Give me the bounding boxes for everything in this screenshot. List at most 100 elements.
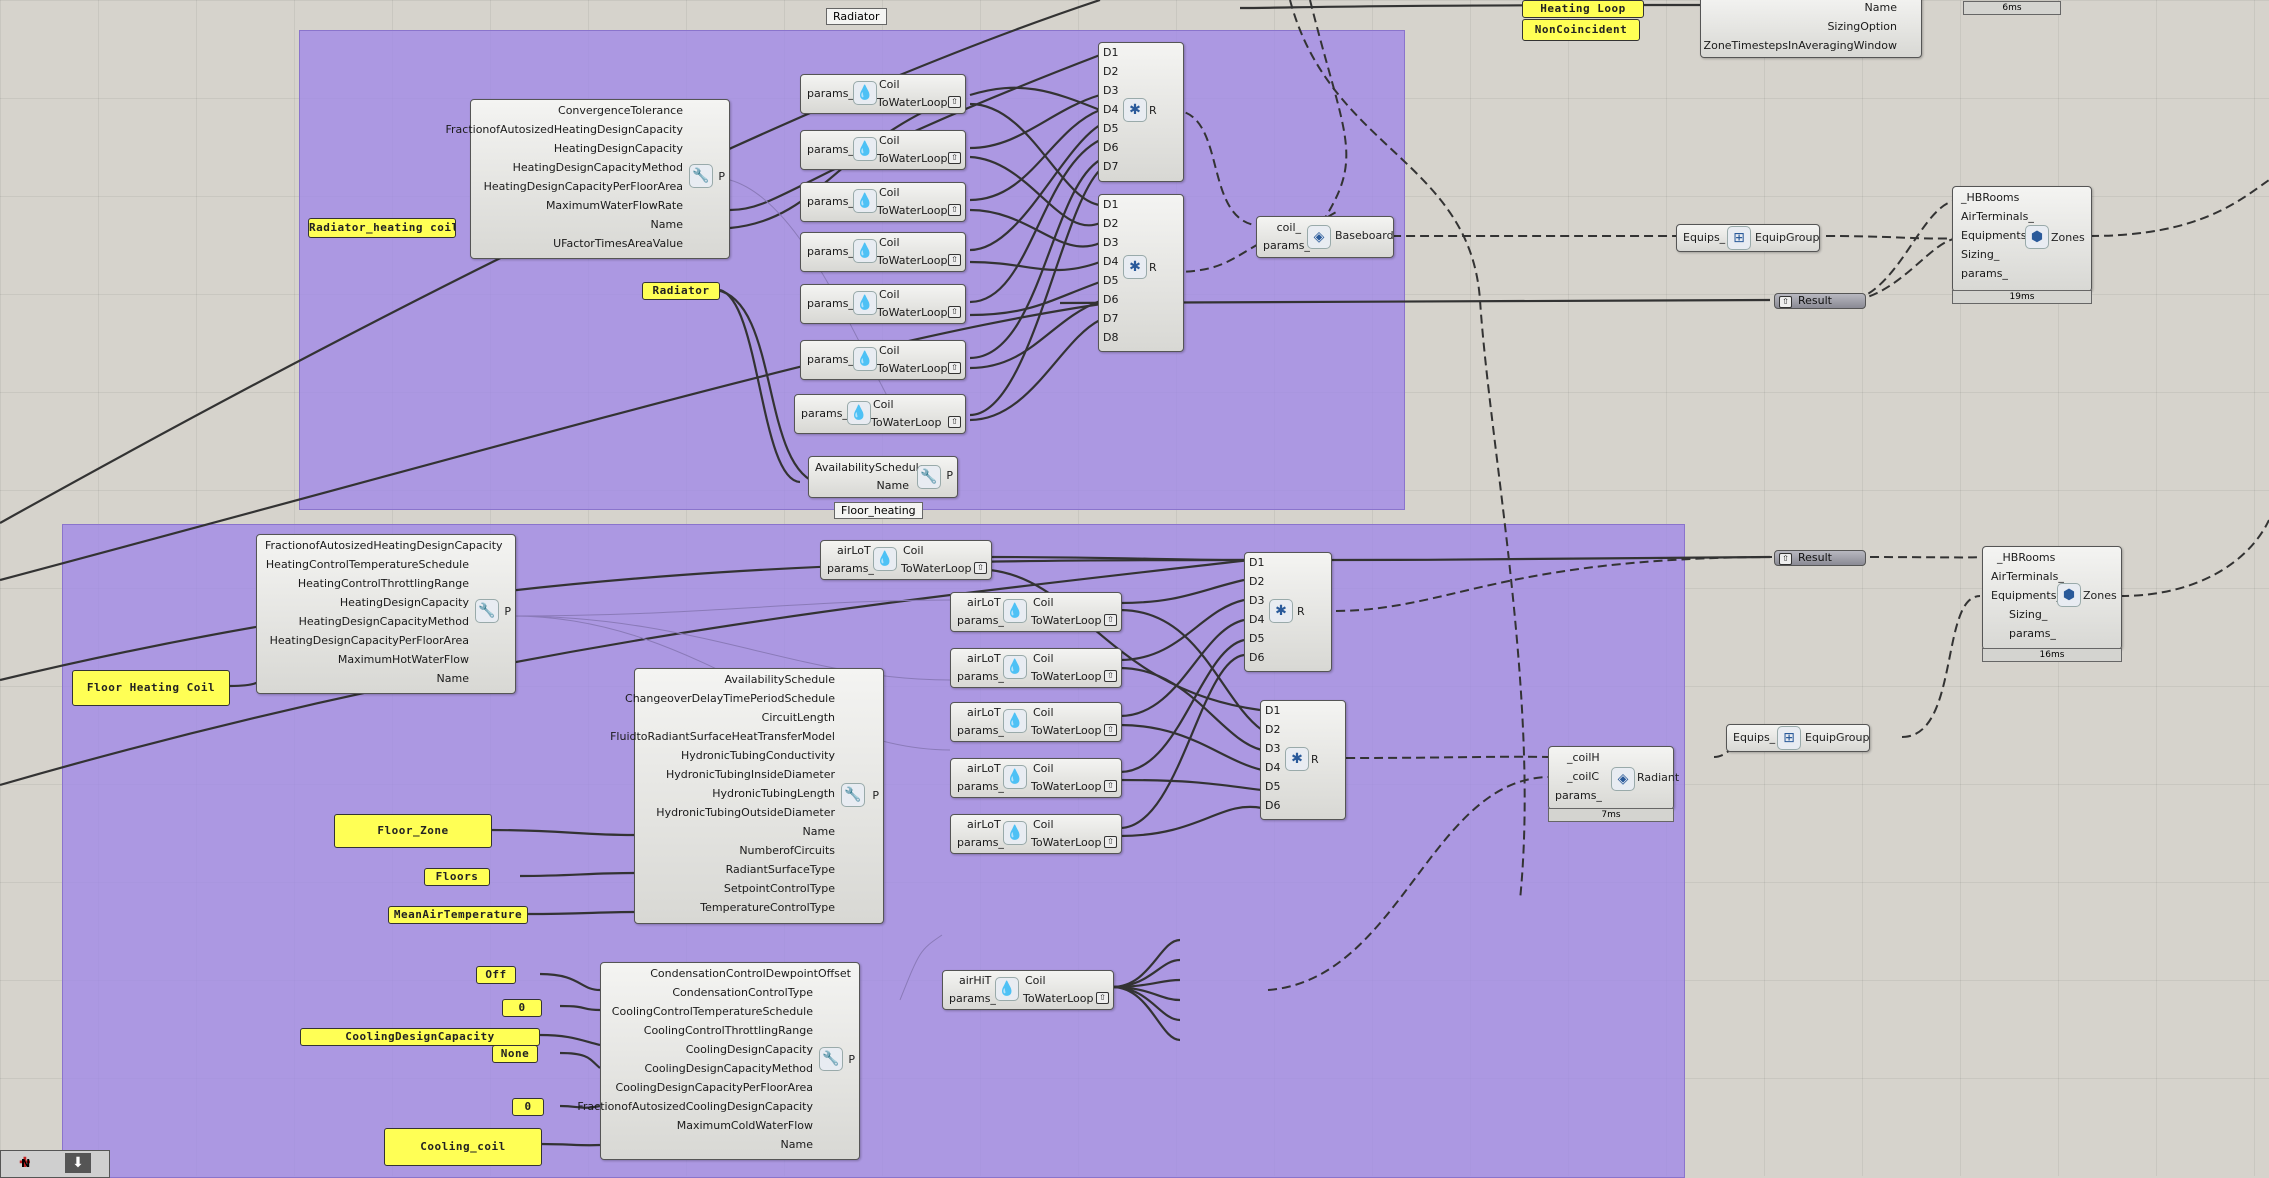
sizing-name-input: Name (1864, 1, 1897, 14)
coil-subtitle: ToWaterLoop (871, 416, 942, 429)
floor-coil-5[interactable]: airLoT params_ 💧 Coil ToWaterLoop ⇧ (950, 814, 1122, 854)
zones-component-2[interactable]: _HBRooms AirTerminals_ Equipments_ Sizin… (1982, 546, 2122, 650)
equip-group-1[interactable]: Equips_ ⊞ EquipGroup (1676, 224, 1820, 252)
baseboard-output: Baseboard (1335, 229, 1394, 242)
radiator-heating-coil-panel[interactable]: Radiator_heating coil (308, 218, 456, 238)
result-node-1[interactable]: ⇧ Result (1774, 293, 1866, 309)
floor-coil-0[interactable]: airLoT params_ 💧 Coil ToWaterLoop ⇧ (820, 540, 992, 580)
lock-icon: ⇧ (1104, 779, 1117, 792)
param-heating-per-floor-area: HeatingDesignCapacityPerFloorArea (483, 180, 683, 193)
availability-output: P (946, 469, 953, 482)
radiator-coil-3[interactable]: params_ 💧 Coil ToWaterLoop ⇧ (800, 182, 966, 222)
coil-icon: 💧 (853, 291, 877, 315)
radiator-coil-6[interactable]: params_ 💧 Coil ToWaterLoop ⇧ (800, 340, 966, 380)
radiant-surface-type: RadiantSurfaceType (725, 863, 835, 876)
floor-coil-4[interactable]: airLoT params_ 💧 Coil ToWaterLoop ⇧ (950, 758, 1122, 798)
result-label: Result (1798, 551, 1832, 564)
merge4-d5: D5 (1265, 780, 1281, 793)
none-panel[interactable]: None (492, 1045, 538, 1063)
floor-zone-panel[interactable]: Floor_Zone (334, 814, 492, 848)
radiant-icon: ◈ (1611, 767, 1635, 791)
download-icon[interactable]: ⬇ (65, 1153, 91, 1173)
radiator-params-component[interactable]: ConvergenceTolerance FractionofAutosized… (445, 99, 730, 259)
cooling-max-cold-water: MaximumColdWaterFlow (676, 1119, 813, 1132)
merge-component-1[interactable]: D1 D2 D3 D4 D5 D6 D7 ✱ R (1098, 42, 1184, 182)
radiator-coil-5[interactable]: params_ 💧 Coil ToWaterLoop ⇧ (800, 284, 966, 324)
mean-air-temperature-panel[interactable]: MeanAirTemperature (388, 906, 528, 924)
zones1-params: params_ (1961, 267, 2008, 280)
floor-coil-3[interactable]: airLoT params_ 💧 Coil ToWaterLoop ⇧ (950, 702, 1122, 742)
radiant-component[interactable]: _coilH _coilC params_ ◈ Radiant (1548, 746, 1679, 810)
merge-icon: ✱ (1123, 98, 1147, 122)
coil-airlot-input: airLoT (967, 652, 1001, 665)
coil-title: Coil (879, 186, 900, 199)
cooling-design-capacity-panel[interactable]: CoolingDesignCapacity (300, 1028, 540, 1046)
lock-icon: ⇧ (1779, 295, 1792, 308)
floor-heating-group-label[interactable]: Floor_heating (834, 502, 923, 519)
result-node-2[interactable]: ⇧ Result (1774, 550, 1866, 566)
merge-component-2[interactable]: D1 D2 D3 D4 D5 D6 D7 D8 ✱ R (1098, 194, 1184, 352)
zones1-airterminals: AirTerminals_ (1961, 210, 2034, 223)
cooling-coil-component[interactable]: airHiT params_ 💧 Coil ToWaterLoop ⇧ (942, 970, 1114, 1010)
radiant-name: Name (802, 825, 835, 838)
off-panel[interactable]: Off (476, 966, 516, 984)
coil-icon: 💧 (995, 977, 1019, 1001)
merge-component-3[interactable]: D1 D2 D3 D4 D5 D6 ✱ R (1244, 552, 1332, 672)
heating-loop-panel[interactable]: Heating Loop (1522, 0, 1644, 18)
cooling-params-component[interactable]: CondensationControlDewpointOffset Conden… (577, 962, 860, 1160)
coil-icon: 💧 (853, 347, 877, 371)
floor-param-capacity: HeatingDesignCapacity (339, 596, 469, 609)
coil-subtitle: ToWaterLoop (877, 362, 948, 375)
floor-heating-params-component[interactable]: FractionofAutosizedHeatingDesignCapacity… (256, 534, 516, 694)
merge-component-4[interactable]: D1 D2 D3 D4 D5 D6 ✱ R (1260, 700, 1346, 820)
radiator-coil-4[interactable]: params_ 💧 Coil ToWaterLoop ⇧ (800, 232, 966, 272)
wrench-icon: 🔧 (841, 783, 865, 807)
radiator-panel[interactable]: Radiator (642, 282, 720, 300)
equip1-output: EquipGroup (1755, 231, 1820, 244)
wrench-icon: 🔧 (819, 1047, 843, 1071)
radiant-temp-control: TemperatureControlType (700, 901, 835, 914)
lock-icon: ⇧ (948, 361, 961, 374)
non-coincident-panel[interactable]: NonCoincident (1522, 19, 1640, 41)
merge2-d8: D8 (1103, 331, 1119, 344)
radiator-group-label[interactable]: Radiator (826, 8, 887, 25)
baseboard-component[interactable]: coil_ params_ ◈ Baseboard (1256, 216, 1394, 258)
radiant-params-component[interactable]: AvailabilitySchedule ChangeoverDelayTime… (610, 668, 884, 924)
radiator-coil-1[interactable]: params_ 💧 Coil ToWaterLoop ⇧ (800, 74, 966, 114)
sizing-component[interactable]: Name SizingOption ZoneTimestepsInAveragi… (1700, 0, 1922, 58)
merge2-d2: D2 (1103, 217, 1119, 230)
floors-panel[interactable]: Floors (424, 868, 490, 886)
radiant-coilc-input: _coilC (1567, 770, 1600, 783)
baseboard-icon: ◈ (1307, 225, 1331, 249)
lock-icon: ⇧ (948, 305, 961, 318)
coil-title: Coil (1033, 706, 1054, 719)
equip-group-2[interactable]: Equips_ ⊞ EquipGroup (1726, 724, 1870, 752)
coil-title: Coil (1033, 818, 1054, 831)
zero-panel-2[interactable]: 0 (512, 1098, 544, 1116)
merge3-d6: D6 (1249, 651, 1265, 664)
coil-title: Coil (879, 236, 900, 249)
floor-heating-coil-panel[interactable]: Floor Heating Coil (72, 670, 230, 706)
radiator-coil-7[interactable]: params_ 💧 Coil ToWaterLoop ⇧ (794, 394, 966, 434)
coil-params-input: params_ (807, 353, 854, 366)
radiator-coil-2[interactable]: params_ 💧 Coil ToWaterLoop ⇧ (800, 130, 966, 170)
lock-icon: ⇧ (948, 95, 961, 108)
wrench-icon: 🔧 (475, 599, 499, 623)
coil-params-input: params_ (801, 407, 848, 420)
coil-title: Coil (879, 134, 900, 147)
coil-icon: 💧 (847, 401, 871, 425)
coil-params-input: params_ (807, 245, 854, 258)
merge1-d7: D7 (1103, 160, 1119, 173)
radiant-availability: AvailabilitySchedule (724, 673, 835, 686)
cooling-control-schedule: CoolingControlTemperatureSchedule (611, 1005, 813, 1018)
availability-component[interactable]: AvailabilitySchedule Name 🔧 P (808, 456, 958, 498)
merge2-r: R (1149, 261, 1157, 274)
coil-title: Coil (879, 78, 900, 91)
floor-coil-1[interactable]: airLoT params_ 💧 Coil ToWaterLoop ⇧ (950, 592, 1122, 632)
lock-icon: ⇧ (948, 203, 961, 216)
zero-panel-1[interactable]: 0 (502, 999, 542, 1017)
zones-component-1[interactable]: _HBRooms AirTerminals_ Equipments_ Sizin… (1952, 186, 2092, 292)
cooling-coil-panel[interactable]: Cooling_coil (384, 1128, 542, 1166)
zone-cube-icon: ⬢ (2057, 583, 2081, 607)
floor-coil-2[interactable]: airLoT params_ 💧 Coil ToWaterLoop ⇧ (950, 648, 1122, 688)
